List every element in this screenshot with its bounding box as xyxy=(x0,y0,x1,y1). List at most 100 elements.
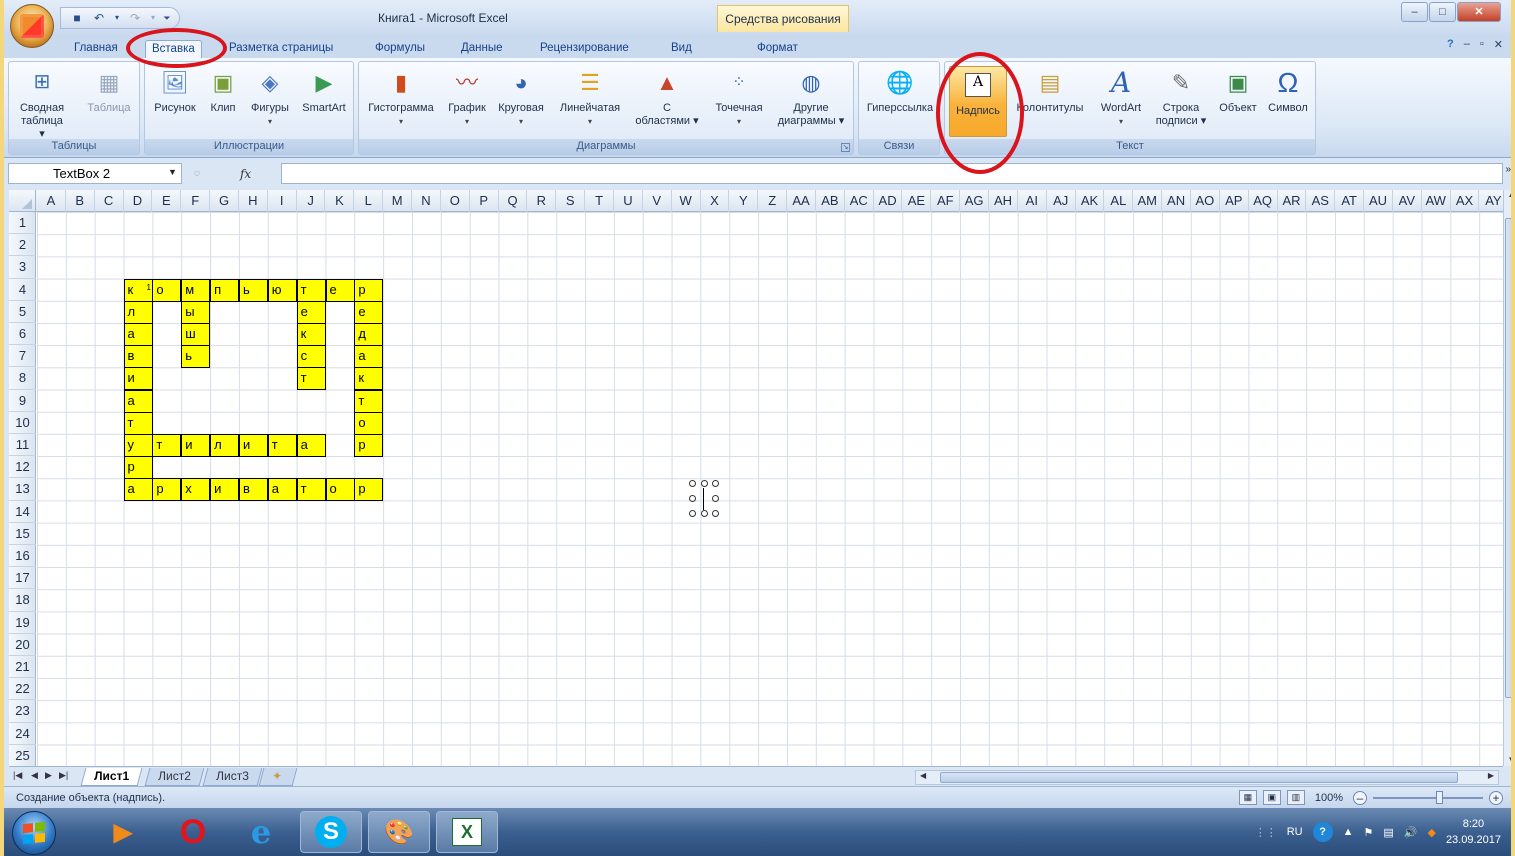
row-header[interactable]: 9 xyxy=(9,390,36,412)
column-header[interactable]: P xyxy=(470,190,499,212)
crossword-cell[interactable]: к1 xyxy=(123,278,153,302)
scroll-left-icon[interactable]: ◀ xyxy=(920,771,926,780)
resize-handle[interactable] xyxy=(689,495,696,502)
row-header[interactable]: 11 xyxy=(9,434,36,457)
crossword-cell[interactable]: л xyxy=(123,300,153,324)
internet-explorer-icon[interactable]: e xyxy=(230,811,292,853)
row-header[interactable]: 14 xyxy=(9,501,36,523)
column-header[interactable]: R xyxy=(527,190,557,212)
ribbon-minimize-icon[interactable]: – xyxy=(1464,38,1470,51)
formula-input[interactable] xyxy=(281,163,1503,184)
row-header[interactable]: 17 xyxy=(9,567,36,590)
cancel-formula-icon[interactable]: ◌ xyxy=(194,168,200,179)
help-icon[interactable]: ? xyxy=(1447,38,1454,51)
column-header[interactable]: AI xyxy=(1018,190,1047,212)
crossword-cell[interactable]: а xyxy=(123,389,153,413)
column-header[interactable]: T xyxy=(585,190,614,212)
resize-handle[interactable] xyxy=(712,495,719,502)
column-header[interactable]: AW xyxy=(1422,190,1451,212)
column-header[interactable]: D xyxy=(124,190,153,212)
smartart-button[interactable]: ▶ SmartArt xyxy=(297,66,351,115)
crossword-cell[interactable]: т xyxy=(296,278,326,302)
zoom-slider[interactable] xyxy=(1373,790,1483,804)
column-header[interactable]: AL xyxy=(1104,190,1134,212)
office-button[interactable] xyxy=(10,4,54,48)
zoom-level[interactable]: 100% xyxy=(1315,792,1343,804)
column-header[interactable]: I xyxy=(268,190,297,212)
save-icon[interactable]: ■ xyxy=(69,11,85,25)
column-header[interactable]: F xyxy=(181,190,211,212)
notification-icon[interactable]: ◆ xyxy=(1427,826,1435,839)
language-indicator[interactable]: RU xyxy=(1287,826,1303,838)
column-header[interactable]: E xyxy=(152,190,182,212)
opera-icon[interactable]: O xyxy=(162,811,224,853)
page-layout-view-icon[interactable]: ▣ xyxy=(1262,790,1281,805)
excel-taskbar-icon[interactable]: X xyxy=(436,811,498,853)
insert-sheet-tab[interactable]: ✦ xyxy=(258,768,298,786)
row-header[interactable]: 13 xyxy=(9,478,36,501)
tab-format[interactable]: Формат xyxy=(757,40,798,58)
help-tray-icon[interactable]: ? xyxy=(1312,822,1333,842)
crossword-cell[interactable]: а xyxy=(296,434,326,457)
column-header[interactable]: AF xyxy=(931,190,961,212)
column-header[interactable]: AO xyxy=(1191,190,1220,212)
sheet-tab-2[interactable]: Лист2 xyxy=(144,768,205,786)
column-header[interactable]: AM xyxy=(1133,190,1163,212)
sheet-tab-1[interactable]: Лист1 xyxy=(80,768,143,786)
column-header[interactable]: AT xyxy=(1335,190,1365,212)
column-header[interactable]: X xyxy=(701,190,730,212)
column-header[interactable]: AS xyxy=(1306,190,1336,212)
column-header[interactable]: AK xyxy=(1076,190,1105,212)
crossword-cell[interactable]: в xyxy=(238,478,268,502)
crossword-cell[interactable]: х xyxy=(181,478,211,502)
start-button[interactable] xyxy=(12,811,56,855)
row-header[interactable]: 10 xyxy=(9,412,36,434)
row-header[interactable]: 1 xyxy=(9,212,36,235)
horizontal-scrollbar[interactable]: ◀ ▶ xyxy=(915,770,1499,785)
tab-page-layout[interactable]: Разметка страницы xyxy=(229,40,333,58)
scroll-down-icon[interactable]: ▼ xyxy=(1504,755,1511,764)
clip-art-button[interactable]: ▣ Клип xyxy=(205,66,241,115)
signature-line-button[interactable]: ✎ Строка подписи ▾ xyxy=(1151,66,1211,128)
column-header[interactable]: A xyxy=(37,190,66,212)
column-header[interactable]: AH xyxy=(989,190,1018,212)
crossword-cell[interactable]: ь xyxy=(181,345,211,369)
column-header[interactable]: Y xyxy=(729,190,759,212)
vertical-scroll-thumb[interactable] xyxy=(1505,218,1511,698)
clock[interactable]: 8:20 23.09.2017 xyxy=(1446,816,1501,848)
select-all-button[interactable] xyxy=(9,190,36,212)
row-header[interactable]: 22 xyxy=(9,678,36,701)
crossword-cell[interactable]: о xyxy=(325,478,355,502)
volume-icon[interactable]: 🔊 xyxy=(1404,826,1418,839)
crossword-cell[interactable]: м xyxy=(181,278,211,302)
zoom-in-icon[interactable]: + xyxy=(1489,790,1503,805)
crossword-cell[interactable]: ю xyxy=(267,278,297,302)
row-header[interactable]: 21 xyxy=(9,656,36,679)
tab-view[interactable]: Вид xyxy=(671,40,692,58)
pie-chart-button[interactable]: ◕ Круговая ▾ xyxy=(493,66,549,128)
dropdown-icon[interactable]: ▾ xyxy=(113,11,121,25)
column-header[interactable]: AD xyxy=(874,190,903,212)
maximize-button[interactable]: □ xyxy=(1429,2,1456,22)
column-header[interactable]: N xyxy=(412,190,441,212)
resize-handle[interactable] xyxy=(701,480,708,487)
first-sheet-icon[interactable]: |◀ xyxy=(13,770,22,781)
hyperlink-button[interactable]: 🌐 Гиперссылка xyxy=(861,66,939,115)
crossword-cell[interactable]: е xyxy=(296,300,326,324)
crossword-cell[interactable]: о xyxy=(354,411,384,435)
crossword-cell[interactable]: и xyxy=(181,434,211,457)
horizontal-scroll-thumb[interactable] xyxy=(940,772,1458,783)
column-header[interactable]: C xyxy=(95,190,124,212)
column-header[interactable]: AV xyxy=(1393,190,1422,212)
media-player-icon[interactable]: ▶ xyxy=(92,811,154,853)
crossword-cell[interactable]: т xyxy=(354,389,384,413)
bar-chart-button[interactable]: ☰ Линейчатая ▾ xyxy=(553,66,627,128)
wordart-button[interactable]: A WordArt ▾ xyxy=(1093,66,1149,128)
column-header[interactable]: AR xyxy=(1278,190,1307,212)
scroll-up-icon[interactable]: ▲ xyxy=(1504,190,1511,199)
crossword-cell[interactable]: ы xyxy=(181,300,211,324)
undo-icon[interactable]: ↶ xyxy=(91,11,107,25)
area-chart-button[interactable]: ▲ С областями ▾ xyxy=(629,66,705,128)
column-header[interactable]: V xyxy=(643,190,672,212)
redo-icon[interactable]: ↷ xyxy=(127,11,143,25)
